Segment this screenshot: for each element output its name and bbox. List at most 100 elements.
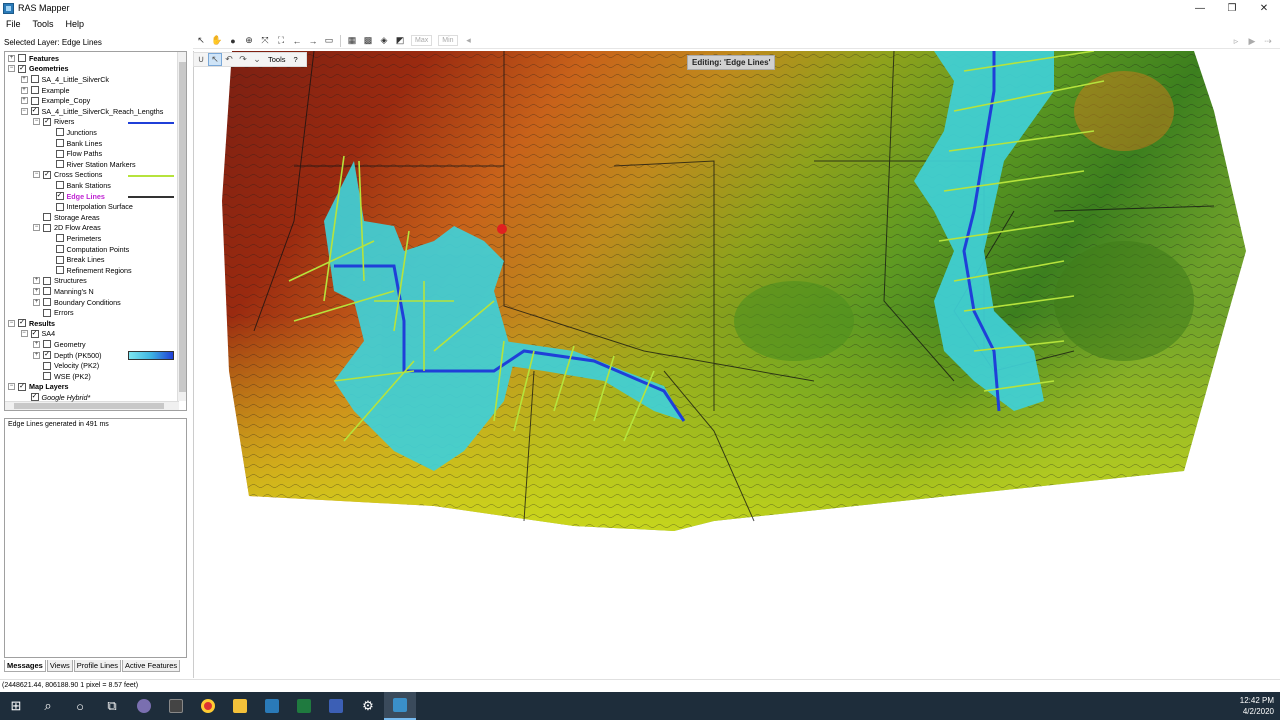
- layer-checkbox[interactable]: [55, 202, 64, 211]
- layers-icon[interactable]: ◈: [376, 34, 392, 48]
- tab-profile-lines[interactable]: Profile Lines: [73, 660, 122, 672]
- layer-row[interactable]: − ✓ Rivers: [33, 117, 74, 128]
- task-view-icon[interactable]: ⧉: [96, 692, 128, 720]
- layer-checkbox[interactable]: [55, 181, 64, 190]
- layer-row[interactable]: + SA_4_Little_SilverCk: [20, 74, 109, 85]
- expand-toggle-icon[interactable]: −: [33, 224, 40, 232]
- excel-icon[interactable]: [288, 692, 320, 720]
- expand-toggle-icon[interactable]: +: [33, 298, 40, 306]
- layer-checkbox[interactable]: ✓: [43, 117, 51, 126]
- back-arrow-icon[interactable]: ←: [289, 34, 305, 48]
- layer-row[interactable]: Flow Paths: [46, 148, 102, 159]
- word-doc-icon[interactable]: [320, 692, 352, 720]
- layer-checkbox[interactable]: [55, 128, 64, 137]
- grid-icon[interactable]: ▩: [360, 34, 376, 48]
- layer-checkbox[interactable]: [55, 245, 64, 254]
- layer-checkbox[interactable]: [55, 149, 64, 158]
- layer-checkbox[interactable]: [55, 266, 64, 275]
- ras-mapper-taskbar-icon[interactable]: [384, 692, 416, 720]
- layer-row[interactable]: + ✓ Depth (PK500): [33, 350, 102, 361]
- layer-row[interactable]: Errors: [33, 307, 74, 318]
- layer-checkbox[interactable]: [55, 139, 64, 148]
- identify-icon[interactable]: ▦: [344, 34, 360, 48]
- animate-icon[interactable]: ⇢: [1260, 34, 1276, 48]
- redo-icon[interactable]: ↷: [236, 53, 250, 66]
- expand-toggle-icon[interactable]: −: [33, 171, 40, 179]
- map-canvas[interactable]: [193, 50, 1280, 678]
- layer-row[interactable]: ✓ Google Hybrid*: [21, 392, 90, 403]
- globe-icon[interactable]: ●: [225, 34, 241, 48]
- layer-checkbox[interactable]: [43, 308, 51, 317]
- layer-row[interactable]: − ✓ Geometries: [8, 64, 69, 75]
- layer-row[interactable]: ✓ Edge Lines: [46, 191, 105, 202]
- layer-checkbox[interactable]: [43, 223, 51, 232]
- layer-checkbox[interactable]: [30, 86, 39, 95]
- layer-row[interactable]: − ✓ Map Layers: [8, 382, 69, 393]
- expand-toggle-icon[interactable]: −: [8, 383, 15, 391]
- max-button[interactable]: Max: [411, 35, 433, 46]
- expand-toggle-icon[interactable]: +: [8, 54, 15, 62]
- expand-toggle-icon[interactable]: +: [20, 97, 28, 105]
- layer-checkbox[interactable]: ✓: [18, 382, 26, 391]
- layer-checkbox[interactable]: [30, 75, 39, 84]
- menu-help[interactable]: Help: [60, 19, 91, 29]
- select-tool-icon[interactable]: ↖: [208, 53, 222, 66]
- menu-tools[interactable]: Tools: [27, 19, 60, 29]
- settings-gear-icon[interactable]: ⚙: [352, 692, 384, 720]
- layer-row[interactable]: WSE (PK2): [33, 371, 91, 382]
- layer-checkbox[interactable]: [43, 340, 51, 349]
- layer-checkbox[interactable]: ✓: [18, 319, 26, 328]
- layer-checkbox[interactable]: [43, 361, 51, 370]
- layer-checkbox[interactable]: [55, 255, 64, 264]
- layer-row[interactable]: Perimeters: [46, 233, 101, 244]
- menu-file[interactable]: File: [0, 19, 27, 29]
- layer-checkbox[interactable]: ✓: [43, 170, 51, 179]
- zoom-in-icon[interactable]: ⊕: [241, 34, 257, 48]
- layer-row[interactable]: + Example: [20, 85, 69, 96]
- layer-row[interactable]: River Station Markers: [46, 159, 136, 170]
- layer-checkbox[interactable]: ✓: [30, 107, 39, 116]
- min-button[interactable]: Min: [438, 35, 458, 46]
- full-extent-icon[interactable]: ⛶: [273, 34, 289, 48]
- pointer-icon[interactable]: ↖: [193, 34, 209, 48]
- calculator-icon[interactable]: [160, 692, 192, 720]
- layer-row[interactable]: − ✓ Results: [8, 318, 55, 329]
- cortana-circle-icon[interactable]: ○: [64, 692, 96, 720]
- layer-checkbox[interactable]: [43, 287, 51, 296]
- layer-row[interactable]: Storage Areas: [33, 212, 100, 223]
- prev-time-icon[interactable]: ◂: [461, 34, 477, 48]
- draw-line-icon[interactable]: ⌄: [250, 53, 264, 66]
- layer-checkbox[interactable]: ✓: [18, 64, 26, 73]
- layer-tree-vscroll[interactable]: [177, 52, 186, 401]
- start-windows-icon[interactable]: ⊞: [0, 692, 32, 720]
- expand-toggle-icon[interactable]: −: [20, 330, 28, 338]
- layer-checkbox[interactable]: [55, 160, 64, 169]
- layer-row[interactable]: + Geometry: [33, 339, 86, 350]
- layer-row[interactable]: Break Lines: [46, 254, 104, 265]
- layer-checkbox[interactable]: [55, 234, 64, 243]
- layer-checkbox[interactable]: [43, 372, 51, 381]
- tab-messages[interactable]: Messages: [4, 660, 46, 672]
- layer-row[interactable]: + Manning's N: [33, 286, 94, 297]
- file-explorer-icon[interactable]: [224, 692, 256, 720]
- cursor-edit-point[interactable]: [497, 224, 507, 234]
- layer-row[interactable]: Velocity (PK2): [33, 360, 99, 371]
- expand-toggle-icon[interactable]: −: [8, 65, 15, 73]
- layer-checkbox[interactable]: ✓: [30, 329, 39, 338]
- expand-toggle-icon[interactable]: +: [33, 351, 40, 359]
- slider-end-icon[interactable]: ▹: [1228, 34, 1244, 48]
- layer-row[interactable]: Bank Lines: [46, 138, 102, 149]
- layer-row[interactable]: − ✓ Cross Sections: [33, 170, 102, 181]
- ras-app-icon[interactable]: [256, 692, 288, 720]
- expand-toggle-icon[interactable]: +: [33, 340, 40, 348]
- search-icon[interactable]: ⌕: [32, 692, 64, 720]
- tools-dropdown[interactable]: Tools: [268, 55, 286, 64]
- edit-mode-icon[interactable]: ∪: [194, 53, 208, 66]
- layer-row[interactable]: − ✓ SA_4_Little_SilverCk_Reach_Lengths: [20, 106, 163, 117]
- expand-toggle-icon[interactable]: +: [33, 287, 40, 295]
- layer-row[interactable]: Bank Stations: [46, 180, 111, 191]
- layer-row[interactable]: − ✓ SA4: [20, 329, 55, 340]
- tab-active-features[interactable]: Active Features: [122, 660, 181, 672]
- zoom-extent-icon[interactable]: ⤧: [257, 34, 273, 48]
- edit-help-button[interactable]: ?: [294, 55, 298, 64]
